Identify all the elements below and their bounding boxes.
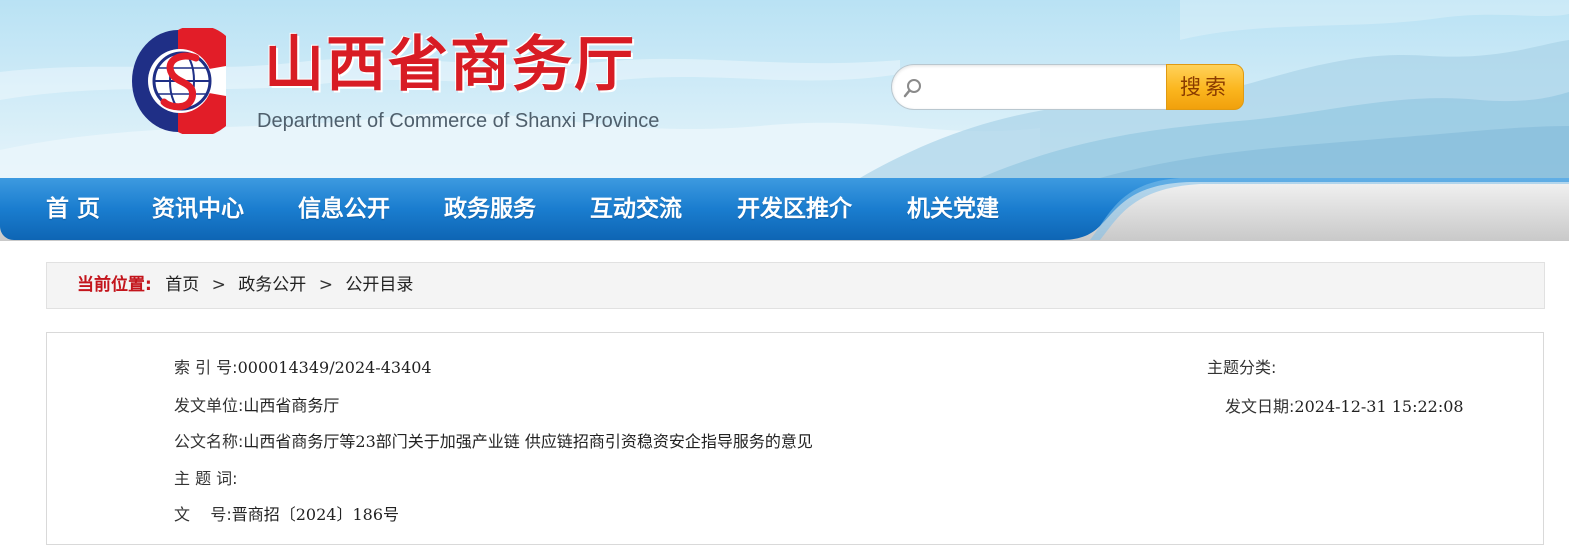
breadcrumb-item-gov-affairs[interactable]: 政务公开 bbox=[238, 275, 306, 295]
breadcrumb-separator: > bbox=[211, 275, 226, 295]
search-input[interactable] bbox=[928, 73, 1158, 101]
meta-doc-no-label: 文 号: bbox=[174, 505, 232, 524]
site-title: 山西省商务厅 bbox=[264, 30, 636, 100]
mountain-background bbox=[0, 0, 1569, 178]
meta-index-no-label: 索 引 号: bbox=[174, 358, 238, 377]
shanxi-commerce-emblem-icon bbox=[132, 28, 226, 134]
nav-item-gov-services[interactable]: 政务服务 bbox=[444, 178, 536, 240]
search-icon bbox=[903, 79, 921, 98]
meta-issuer: 发文单位:山西省商务厅 bbox=[174, 395, 339, 417]
meta-doc-title: 公文名称:山西省商务厅等23部门关于加强产业链 供应链招商引资稳资安企指导服务的… bbox=[174, 431, 813, 453]
breadcrumb-label: 当前位置: bbox=[77, 275, 152, 295]
meta-issue-date-value: 2024-12-31 15:22:08 bbox=[1294, 397, 1464, 416]
site-subtitle: Department of Commerce of Shanxi Provinc… bbox=[257, 110, 660, 132]
meta-category: 主题分类: bbox=[1207, 357, 1276, 379]
meta-issuer-value: 山西省商务厅 bbox=[243, 396, 340, 415]
nav-item-home[interactable]: 首 页 bbox=[46, 178, 100, 240]
header-banner: 山西省商务厅 Department of Commerce of Shanxi … bbox=[0, 0, 1569, 178]
meta-index-no: 索 引 号:000014349/2024-43404 bbox=[174, 357, 432, 379]
nav-item-interaction[interactable]: 互动交流 bbox=[590, 178, 682, 240]
breadcrumb-item-catalog[interactable]: 公开目录 bbox=[345, 275, 413, 295]
breadcrumb-item-home[interactable]: 首页 bbox=[165, 275, 199, 295]
meta-doc-no: 文 号:晋商招〔2024〕186号 bbox=[174, 504, 399, 526]
meta-subject-words: 主 题 词: bbox=[174, 468, 238, 490]
meta-subject-words-label: 主 题 词: bbox=[174, 469, 238, 488]
search-button[interactable]: 搜索 bbox=[1166, 64, 1244, 110]
breadcrumb-separator: > bbox=[318, 275, 333, 295]
search-box bbox=[891, 64, 1176, 110]
nav-item-party-building[interactable]: 机关党建 bbox=[907, 178, 999, 240]
meta-index-no-value: 000014349/2024-43404 bbox=[237, 358, 432, 377]
meta-issue-date-label: 发文日期: bbox=[1225, 397, 1295, 416]
meta-doc-title-label: 公文名称: bbox=[174, 432, 244, 451]
meta-category-label: 主题分类: bbox=[1207, 358, 1277, 377]
nav-item-news-center[interactable]: 资讯中心 bbox=[152, 178, 244, 240]
meta-issuer-label: 发文单位: bbox=[174, 396, 244, 415]
meta-issue-date: 发文日期:2024-12-31 15:22:08 bbox=[1225, 396, 1464, 418]
meta-doc-no-value: 晋商招〔2024〕186号 bbox=[231, 505, 400, 524]
nav-item-info-disclosure[interactable]: 信息公开 bbox=[298, 178, 390, 240]
nav-item-dev-zones[interactable]: 开发区推介 bbox=[737, 178, 852, 240]
meta-doc-title-value: 山西省商务厅等23部门关于加强产业链 供应链招商引资稳资安企指导服务的意见 bbox=[243, 432, 813, 451]
breadcrumb: 当前位置: 首页 > 政务公开 > 公开目录 bbox=[46, 262, 1545, 309]
